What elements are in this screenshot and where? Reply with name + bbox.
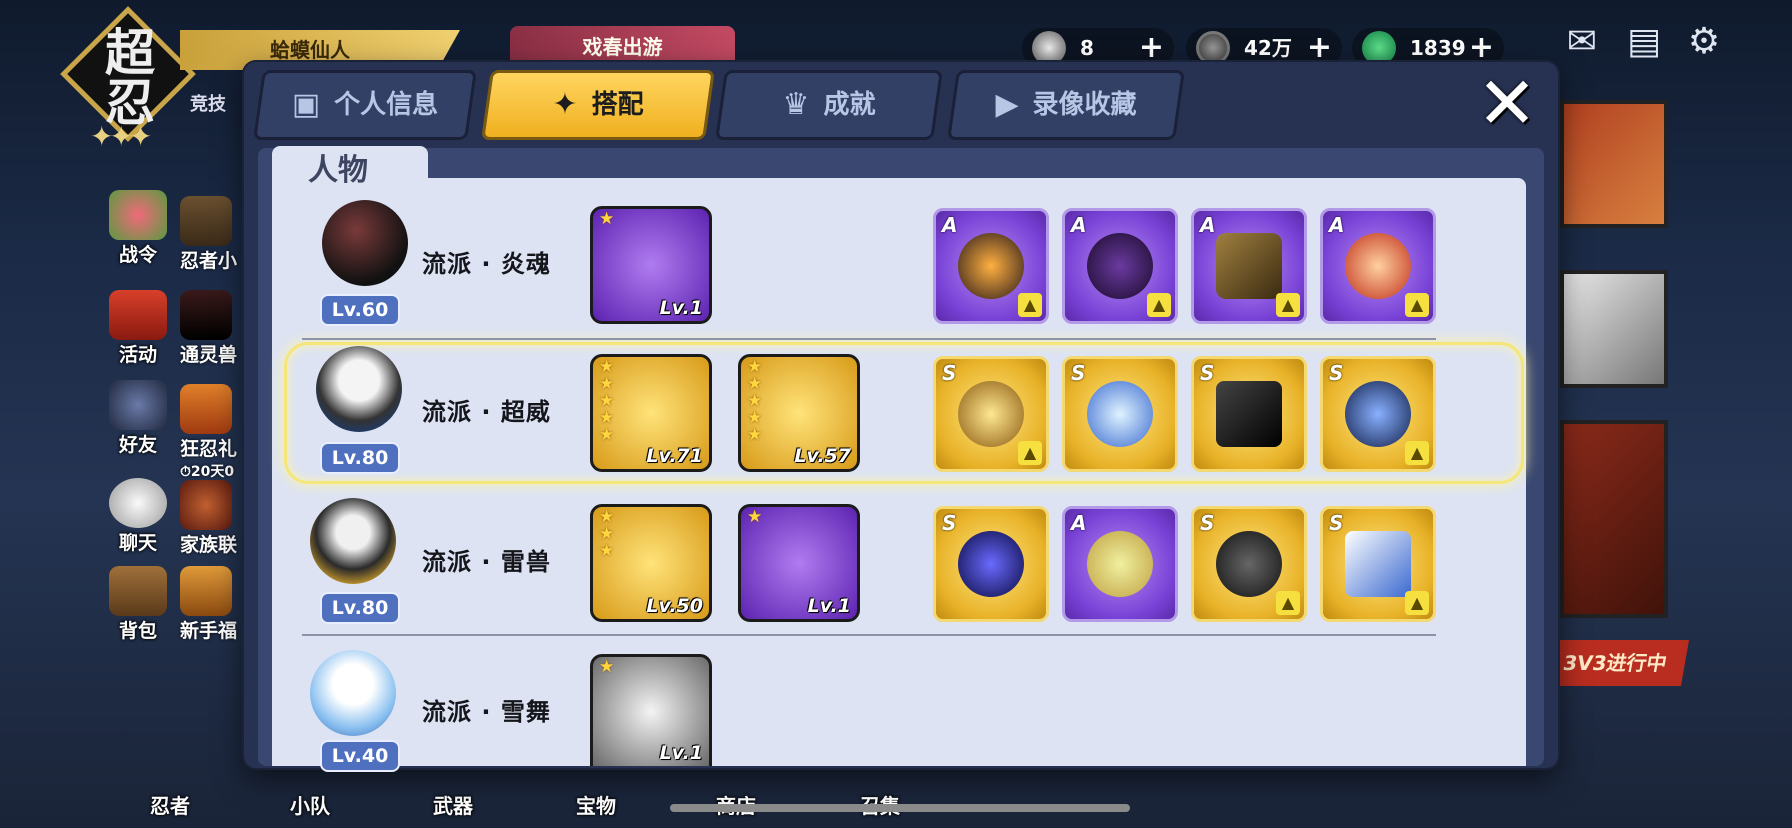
school-label: 流派 · 雷兽 (422, 548, 551, 576)
black-goggles-icon[interactable]: S ▲ (1191, 506, 1307, 622)
torii-icon (109, 290, 167, 340)
home-indicator[interactable] (670, 804, 1130, 812)
nav-treasure[interactable]: 宝物 (576, 790, 616, 819)
tab-loadout[interactable]: ✦ 搭配 (481, 70, 715, 140)
tab-replays[interactable]: ▶ 录像收藏 (947, 70, 1185, 140)
profile-card-icon: ▣ (291, 87, 321, 122)
shuriken-icon: ✦ (552, 87, 578, 122)
row-divider (302, 634, 1436, 636)
level-badge: Lv.80 (320, 592, 400, 624)
katana-weapon[interactable]: ★ Lv.1 (590, 654, 712, 766)
rice-ball-icon (1032, 31, 1066, 65)
upgrade-badge-icon: ▲ (1276, 293, 1300, 317)
notice-board-icon[interactable]: ▤ (1620, 22, 1668, 62)
right-banner-art-2[interactable] (1560, 270, 1668, 388)
jade-icon (1362, 31, 1396, 65)
raccoon-ninja-portrait[interactable] (310, 498, 396, 584)
level-badge: Lv.60 (320, 294, 400, 326)
crescent-blade-weapon[interactable]: ★★★ Lv.50 (590, 504, 712, 622)
play-icon: ▶ (995, 87, 1019, 122)
coin-icon (1196, 31, 1230, 65)
school-label: 流派 · 雪舞 (422, 698, 551, 726)
level-badge: Lv.80 (320, 442, 400, 474)
pvp-3v3-banner[interactable]: 3V3进行中 (1540, 640, 1690, 686)
dark-orb-ninja-portrait[interactable] (322, 200, 408, 286)
upgrade-badge-icon: ▲ (1147, 293, 1171, 317)
flower-icon (109, 190, 167, 240)
upgrade-badge-icon: ▲ (1276, 591, 1300, 615)
upgrade-badge-icon: ▲ (1405, 293, 1429, 317)
upgrade-badge-icon: ▲ (1018, 293, 1042, 317)
bracer-icon[interactable]: A ▲ (1191, 208, 1307, 324)
purple-scythe-weapon[interactable]: ★★★★★ Lv.71 (590, 354, 712, 472)
row-divider (302, 338, 1436, 340)
newbie-gift-icon (180, 566, 232, 616)
upgrade-badge-icon: ▲ (1405, 441, 1429, 465)
school-label: 流派 · 超威 (422, 398, 551, 426)
golden-beast-icon[interactable]: S ▲ (933, 356, 1049, 472)
school-label: 流派 · 炎魂 (422, 250, 551, 278)
tab-profile-info[interactable]: ▣ 个人信息 (253, 70, 477, 140)
purple-mask-icon[interactable]: A ▲ (1062, 208, 1178, 324)
jade-flute-weapon[interactable]: ★ Lv.1 (590, 206, 712, 324)
chat-bubble-icon (109, 478, 167, 528)
ninja-head-icon (109, 380, 167, 430)
beast-icon (180, 290, 232, 340)
level-badge: Lv.40 (320, 740, 400, 772)
bag-icon (109, 566, 167, 616)
upgrade-badge-icon: ▲ (1405, 591, 1429, 615)
meat-club-weapon[interactable]: ★ Lv.1 (738, 504, 860, 622)
gear-icon[interactable]: ⚙ (1680, 22, 1728, 62)
nav-weapon[interactable]: 武器 (433, 790, 473, 819)
snow-girl-portrait[interactable] (310, 650, 396, 736)
house-icon (180, 196, 232, 246)
tab-achievements[interactable]: ♛ 成就 (715, 70, 943, 140)
daruma-doll-icon[interactable]: A ▲ (1320, 208, 1436, 324)
close-button[interactable]: ✕ (1474, 67, 1540, 139)
upgrade-badge-icon: ▲ (1018, 441, 1042, 465)
nav-ninja[interactable]: 忍者 (150, 790, 190, 819)
flame-ring-icon[interactable]: A ▲ (933, 208, 1049, 324)
dark-orb-icon[interactable]: S (933, 506, 1049, 622)
blue-ring-icon[interactable]: S ▲ (1320, 356, 1436, 472)
section-title: 人物 (272, 146, 428, 196)
clan-icon (180, 480, 232, 530)
right-banner-art-3[interactable] (1560, 420, 1668, 618)
ice-crystal-icon[interactable]: S (1062, 356, 1178, 472)
charm-tag-icon[interactable]: S ▲ (1320, 506, 1436, 622)
panda-masked-ninja-portrait[interactable] (316, 346, 402, 432)
arena-label[interactable]: 竞技 (190, 90, 226, 116)
tomoe-shield-weapon[interactable]: ★★★★★ Lv.57 (738, 354, 860, 472)
black-scroll-icon[interactable]: S (1191, 356, 1307, 472)
gift-icon (180, 384, 232, 434)
game-logo: 超忍 ✦✦✦ (60, 6, 196, 153)
trophy-icon: ♛ (782, 87, 810, 122)
mail-icon[interactable]: ✉ (1558, 22, 1606, 62)
nav-team[interactable]: 小队 (290, 790, 330, 819)
right-banner-art[interactable] (1560, 100, 1668, 228)
dango-plate-icon[interactable]: A (1062, 506, 1178, 622)
